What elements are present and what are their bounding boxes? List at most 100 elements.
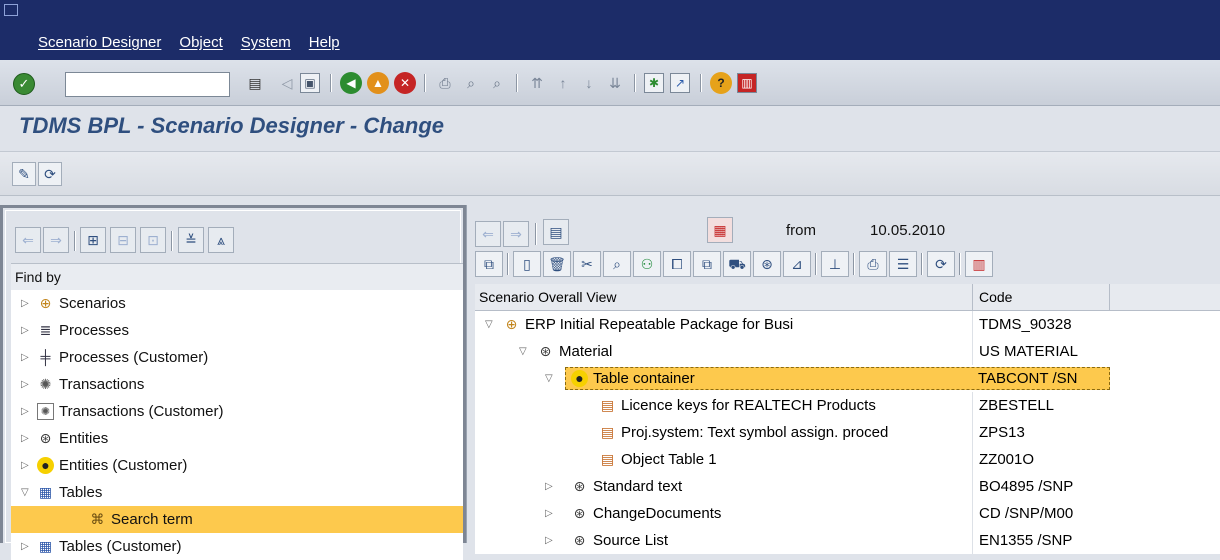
refresh-icon[interactable]: ⟳ <box>38 162 62 186</box>
hierarchy-icon[interactable]: ⧉ <box>475 251 503 277</box>
previous-page-icon[interactable]: ↑ <box>552 72 574 94</box>
row-label: Table container <box>593 370 695 387</box>
system-menu-icon[interactable] <box>4 4 18 16</box>
expand-arrow-icon[interactable]: ▷ <box>21 398 29 425</box>
exit-icon[interactable]: ▲ <box>367 72 389 94</box>
table-row[interactable]: ▽ ● Table container TABCONT /SN <box>475 365 1220 392</box>
table-row[interactable]: ▷ ⊛ Source List EN1355 /SNP <box>475 527 1220 554</box>
tree-item-entities[interactable]: ▷ ⊛ Entities <box>11 425 463 452</box>
structure-icon[interactable]: ⊿ <box>783 251 811 277</box>
tree-item-transactions-customer[interactable]: ▷ ✺ Transactions (Customer) <box>11 398 463 425</box>
enter-icon[interactable]: ✓ <box>13 73 35 95</box>
new-icon[interactable]: ▯ <box>513 251 541 277</box>
cancel-icon[interactable]: ✕ <box>394 72 416 94</box>
expand-all-icon[interactable]: ⊞ <box>80 227 106 253</box>
table-row[interactable]: ▽ ⊕ ERP Initial Repeatable Package for B… <box>475 311 1220 338</box>
expand-arrow-icon[interactable]: ▷ <box>21 533 29 560</box>
tree-item-scenarios[interactable]: ▷ ⊕ Scenarios <box>11 290 463 317</box>
table-row[interactable]: ▤ Object Table 1 ZZ001O <box>475 446 1220 473</box>
table-row[interactable]: ▷ ⊛ ChangeDocuments CD /SNP/M00 <box>475 500 1220 527</box>
layout-icon[interactable]: ▥ <box>737 73 757 93</box>
command-field[interactable] <box>65 72 230 97</box>
copy-icon[interactable]: ⧠ <box>663 251 691 277</box>
paste-icon[interactable]: ⧉ <box>693 251 721 277</box>
next-page-icon[interactable]: ↓ <box>578 72 600 94</box>
expand-arrow-icon[interactable]: ▷ <box>545 527 553 554</box>
expand-arrow-icon[interactable]: ▷ <box>21 452 29 479</box>
tree-item-search-term[interactable]: ⌘ Search term <box>11 506 463 533</box>
save-icon[interactable]: ▣ <box>300 73 320 93</box>
menu-system[interactable]: System <box>241 34 291 51</box>
tree-item-tables-customer[interactable]: ▷ ▦ Tables (Customer) <box>11 533 463 560</box>
command-history-icon[interactable]: ▤ <box>244 72 266 94</box>
where-used-icon[interactable]: ⌕ <box>603 251 631 277</box>
column-header-code[interactable]: Code <box>972 284 1110 311</box>
entity-icon: ⊛ <box>539 343 552 359</box>
help-icon[interactable]: ? <box>710 72 732 94</box>
last-page-icon[interactable]: ⇊ <box>604 72 626 94</box>
sort-down-icon[interactable]: ≚ <box>178 227 204 253</box>
table-row[interactable]: ▤ Proj.system: Text symbol assign. proce… <box>475 419 1220 446</box>
tree-item-label: Processes (Customer) <box>59 349 209 366</box>
calendar-icon[interactable]: ▦ <box>707 217 733 243</box>
table-row[interactable]: ▽ ⊛ Material US MATERIAL <box>475 338 1220 365</box>
expand-arrow-icon[interactable]: ▽ <box>21 479 29 506</box>
expand-arrow-icon[interactable]: ▷ <box>21 290 29 317</box>
cut-icon[interactable]: ✂ <box>573 251 601 277</box>
expand-arrow-icon[interactable]: ▷ <box>21 425 29 452</box>
tree-item-entities-customer[interactable]: ▷ ● Entities (Customer) <box>11 452 463 479</box>
refresh-icon[interactable]: ⟳ <box>927 251 955 277</box>
tree-item-processes[interactable]: ▷ ≣ Processes <box>11 317 463 344</box>
details-icon[interactable]: ▤ <box>543 219 569 245</box>
transport-icon[interactable]: ⛟ <box>723 251 751 277</box>
process-customer-icon: ╪ <box>40 349 51 365</box>
sort-up-icon[interactable]: ⩓ <box>208 227 234 253</box>
expand-arrow-icon[interactable]: ▽ <box>519 338 527 365</box>
entity-add-icon[interactable]: ⊛ <box>753 251 781 277</box>
expand-arrow-icon[interactable]: ▷ <box>545 500 553 527</box>
toolbar-separator <box>424 74 426 92</box>
row-label: ERP Initial Repeatable Package for Busi <box>525 316 794 333</box>
menu-object[interactable]: Object <box>179 34 222 51</box>
tree-item-tables[interactable]: ▽ ▦ Tables <box>11 479 463 506</box>
column-header-overall-view[interactable]: Scenario Overall View <box>479 284 616 311</box>
find-icon[interactable]: ⌕ <box>460 72 482 94</box>
print-preview-icon[interactable]: ⎙ <box>859 251 887 277</box>
back-icon[interactable]: ◀ <box>340 72 362 94</box>
first-page-icon[interactable]: ⇈ <box>526 72 548 94</box>
expand-arrow-icon[interactable]: ▷ <box>545 473 553 500</box>
tree-item-label: Entities (Customer) <box>59 457 188 474</box>
table-row[interactable]: ▷ ⊛ Standard text BO4895 /SNP <box>475 473 1220 500</box>
network-icon[interactable]: ⊥ <box>821 251 849 277</box>
tree-item-label: Transactions <box>59 376 145 393</box>
column-settings-icon[interactable]: ▥ <box>965 251 993 277</box>
create-session-icon[interactable]: ✱ <box>644 73 664 93</box>
menu-scenario-designer[interactable]: Scenario Designer <box>38 34 161 51</box>
forward-arrow-icon[interactable]: ⇒ <box>43 227 69 253</box>
layout-grid-icon[interactable]: ⊡ <box>140 227 166 253</box>
tree-item-processes-customer[interactable]: ▷ ╪ Processes (Customer) <box>11 344 463 371</box>
relation-icon[interactable]: ⚇ <box>633 251 661 277</box>
command-input[interactable] <box>66 73 229 96</box>
find-next-icon[interactable]: ⌕ <box>486 72 508 94</box>
delete-icon[interactable]: 🗑 <box>543 251 571 277</box>
table-row[interactable]: ▤ Licence keys for REALTECH Products ZBE… <box>475 392 1220 419</box>
expand-arrow-icon[interactable]: ▷ <box>21 317 29 344</box>
forward-arrow-icon[interactable]: ⇒ <box>503 221 529 247</box>
print-icon[interactable]: ⎙ <box>434 72 456 94</box>
pane-separator <box>959 253 961 275</box>
display-change-icon[interactable]: ✎ <box>12 162 36 186</box>
collapse-all-icon[interactable]: ⊟ <box>110 227 136 253</box>
expand-arrow-icon[interactable]: ▽ <box>545 365 553 392</box>
back-arrow-icon[interactable]: ⇐ <box>475 221 501 247</box>
collapse-arrow-icon[interactable]: ◁ <box>276 72 298 94</box>
back-arrow-icon[interactable]: ⇐ <box>15 227 41 253</box>
document-icon[interactable]: ☰ <box>889 251 917 277</box>
expand-arrow-icon[interactable]: ▽ <box>485 311 493 338</box>
tree-item-label: Search term <box>111 511 193 528</box>
tree-item-transactions[interactable]: ▷ ✺ Transactions <box>11 371 463 398</box>
shortcut-icon[interactable]: ↗ <box>670 73 690 93</box>
expand-arrow-icon[interactable]: ▷ <box>21 371 29 398</box>
menu-help[interactable]: Help <box>309 34 340 51</box>
expand-arrow-icon[interactable]: ▷ <box>21 344 29 371</box>
